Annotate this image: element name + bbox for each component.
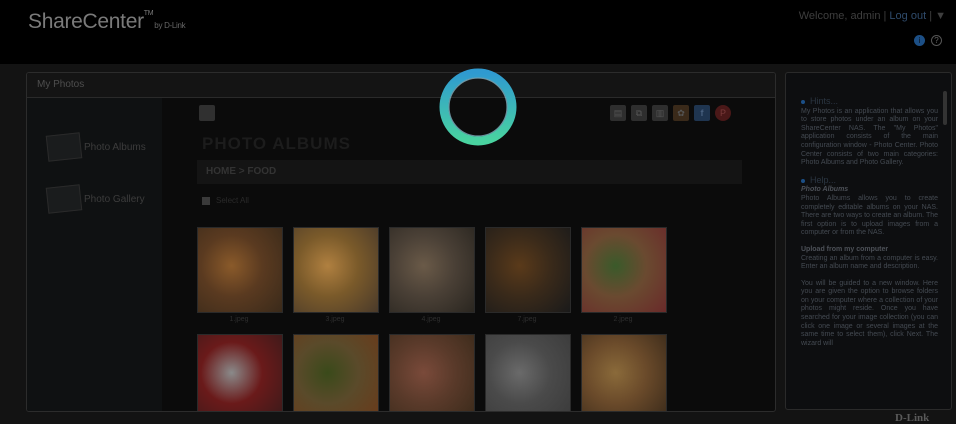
photo-gallery-icon: [45, 184, 83, 214]
upload-title: Upload from my computer: [801, 245, 889, 253]
help-sidebar: Hints... My Photos is an application that…: [785, 72, 952, 410]
photo-label: 2.jpeg: [613, 316, 633, 323]
nav-photo-gallery[interactable]: Photo Gallery: [45, 184, 145, 214]
photo-thumbnail[interactable]: [485, 227, 571, 313]
pinterest-icon[interactable]: P: [715, 105, 731, 121]
logo-by: by D-Link: [154, 21, 186, 30]
nav-photo-albums[interactable]: Photo Albums: [45, 132, 146, 162]
help-icon[interactable]: ?: [931, 35, 942, 46]
photo-thumbnail[interactable]: [485, 334, 571, 411]
facebook-icon[interactable]: f: [694, 105, 710, 121]
toolbar: ▤ ⧉ ▥ ✿ f P: [610, 105, 731, 121]
photo-thumbnail[interactable]: [389, 227, 475, 313]
info-icon[interactable]: i: [914, 35, 925, 46]
panel-title: My Photos: [37, 79, 85, 90]
logo-tm: TM: [143, 10, 154, 17]
photo-albums-icon: [45, 132, 83, 162]
guide-body: You will be guided to a new window. Here…: [801, 279, 938, 347]
photo-thumbnail[interactable]: [389, 334, 475, 411]
bullet-icon: [801, 178, 805, 183]
photo-thumbnail[interactable]: [197, 334, 283, 411]
menu-arrow-icon[interactable]: ▼: [935, 10, 946, 22]
select-all-label: Select All: [216, 196, 249, 205]
panel-header: [27, 73, 775, 98]
sidebar-scrollbar[interactable]: [943, 91, 947, 125]
photo-label: 1.jpeg: [229, 316, 249, 323]
edit-icon[interactable]: [199, 105, 215, 121]
nav-photo-albums-label: Photo Albums: [84, 141, 146, 153]
separator: |: [929, 10, 933, 22]
select-all[interactable]: Select All: [202, 196, 249, 205]
welcome-text: Welcome, admin |: [798, 10, 887, 22]
photo-thumbnail[interactable]: [293, 334, 379, 411]
photo-label: 4.jpeg: [421, 316, 441, 323]
photo-thumbnail[interactable]: [581, 334, 667, 411]
picasa-icon[interactable]: ✿: [673, 105, 689, 121]
nav-photo-gallery-label: Photo Gallery: [84, 193, 145, 205]
photo-thumbnail[interactable]: [197, 227, 283, 313]
top-bar: ShareCenterTMby D-Link Welcome, admin | …: [0, 0, 956, 64]
sharecenter-logo: ShareCenterTMby D-Link: [28, 10, 186, 34]
dlink-logo: D-Link: [895, 412, 930, 424]
photo-label: 7.jpeg: [517, 316, 537, 323]
delete-icon[interactable]: ▥: [652, 105, 668, 121]
welcome-bar: Welcome, admin | Log out | ▼: [799, 10, 946, 22]
logout-link[interactable]: Log out: [889, 10, 926, 22]
select-all-checkbox[interactable]: [202, 196, 210, 205]
my-photos-panel: My Photos Photo Albums Photo Gallery ▤ ⧉…: [26, 72, 776, 412]
upload-icon[interactable]: ▤: [610, 105, 626, 121]
help-body: Photo Albums allows you to create comple…: [801, 194, 938, 237]
left-nav: Photo Albums Photo Gallery: [27, 98, 162, 411]
copy-icon[interactable]: ⧉: [631, 105, 647, 121]
hints-body: My Photos is an application that allows …: [801, 107, 938, 167]
help-text: Hints... My Photos is an application that…: [801, 97, 938, 356]
page-title: PHOTO ALBUMS: [202, 134, 351, 153]
hints-title: Hints...: [810, 96, 839, 106]
help-subtitle: Photo Albums: [801, 186, 849, 194]
breadcrumb: HOME > FOOD: [197, 160, 742, 184]
help-title: Help...: [810, 174, 837, 185]
photo-thumbnail[interactable]: [581, 227, 667, 313]
upload-body: Creating an album from a computer is eas…: [801, 254, 938, 271]
bullet-icon: [801, 100, 805, 105]
breadcrumb-text[interactable]: HOME > FOOD: [206, 166, 276, 177]
logo-text: ShareCenter: [28, 10, 144, 33]
photo-label: 3.jpeg: [325, 316, 345, 323]
loading-spinner-icon: [439, 68, 517, 146]
top-icons: i ?: [914, 35, 942, 46]
photo-thumbnail[interactable]: [293, 227, 379, 313]
